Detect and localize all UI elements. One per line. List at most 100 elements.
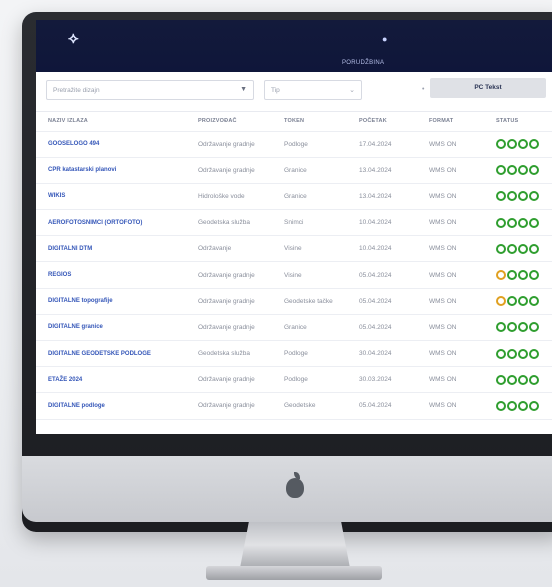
column-header-maker[interactable]: PROIZVOĐAČ [186,112,272,132]
cell-maker: Održavanje gradnje [186,366,272,394]
cell-date: 30.04.2024 [347,340,417,368]
cell-status [484,261,552,289]
status-indicators [496,270,539,281]
status-ok-icon [518,374,528,385]
table-row[interactable]: CPR katastarski planovi Održavanje gradnj… [36,157,552,184]
cell-date: 10.04.2024 [347,235,417,263]
table-row[interactable]: DIGITALNE GEODETSKE PODLOGE Geodetska slu… [36,340,552,368]
status-ok-icon [518,322,528,333]
cell-token: Granice [272,183,347,211]
breadcrumb: PORUDŽBINA [36,56,552,72]
status-indicators [496,296,539,307]
status-indicators [496,243,539,254]
cell-name[interactable]: DIGITALNE granice [36,314,186,342]
status-indicators [496,191,539,202]
type-placeholder: Tip [271,87,280,94]
cell-date: 10.04.2024 [347,209,417,237]
column-header-date[interactable]: POČETAK [347,112,417,132]
app-screen: ⟡ ● PORUDŽBINA Pretražite dizajn ▼ Tip ⌄… [36,20,552,434]
table-row[interactable]: DIGITALNI DTM Održavanje Visine 10.04.2024 W… [36,235,552,263]
cell-name[interactable]: GOOSELOGO 494 [36,131,186,158]
status-ok-icon [518,296,528,307]
search-input[interactable]: Pretražite dizajn ▼ [46,80,254,100]
cell-maker: Održavanje gradnje [186,261,272,289]
cell-token: Podloge [272,340,347,368]
status-ok-icon [496,348,506,359]
type-select[interactable]: Tip ⌄ [264,80,362,100]
cell-format: WMS ON [417,235,484,263]
cell-name[interactable]: DIGITALNI DTM [36,235,186,263]
cell-name[interactable]: AEROFOTOSNIMCI (ORTOFOTO) [36,209,186,237]
cell-date: 17.04.2024 [347,131,417,158]
table-row[interactable]: REGIOS Održavanje gradnje Visine 05.04.2024… [36,261,552,289]
cell-status [484,235,552,263]
cell-format: WMS ON [417,261,484,289]
status-indicators [496,139,539,150]
table-row[interactable]: ETAŽE 2024 Održavanje gradnje Podloge 30.03… [36,366,552,394]
table-row[interactable]: DIGITALNE granice Održavanje gradnje Grani… [36,314,552,342]
table-row[interactable]: DIGITALNE podloge Održavanje gradnje Geode… [36,392,552,420]
status-ok-icon [496,400,506,411]
cell-maker: Održavanje gradnje [186,157,272,184]
cell-date: 30.03.2024 [347,366,417,394]
cell-date: 05.04.2024 [347,392,417,420]
cell-date: 05.04.2024 [347,314,417,342]
cell-format: WMS ON [417,314,484,342]
status-ok-icon [496,139,506,150]
table-row[interactable]: DIGITALNE topografije Održavanje gradnje G… [36,288,552,315]
cell-status [484,157,552,184]
cell-format: WMS ON [417,183,484,211]
status-ok-icon [496,217,506,228]
cell-name[interactable]: DIGITALNE podloge [36,392,186,420]
table-row[interactable]: GOOSELOGO 494 Održavanje gradnje Podloge 17… [36,131,552,158]
cell-name[interactable]: DIGITALNE GEODETSKE PODLOGE [36,340,186,368]
status-warning-icon [496,270,506,281]
status-ok-icon [496,322,506,333]
cell-name[interactable]: DIGITALNE topografije [36,288,186,315]
cell-token: Podloge [272,366,347,394]
status-ok-icon [496,191,506,202]
column-header-token[interactable]: TOKEN [272,112,347,132]
cell-name[interactable]: REGIOS [36,261,186,289]
chevron-down-icon[interactable]: ▼ [240,86,247,93]
status-ok-icon [496,374,506,385]
cell-status [484,392,552,420]
cell-name[interactable]: CPR katastarski planovi [36,157,186,184]
status-indicators [496,348,539,359]
table-row[interactable]: AEROFOTOSNIMCI (ORTOFOTO) Geodetska služb… [36,209,552,237]
filter-bar: Pretražite dizajn ▼ Tip ⌄ • PC Tekst [36,72,552,112]
status-warning-icon [496,296,506,307]
cell-maker: Održavanje [186,235,272,263]
cell-status [484,366,552,394]
cell-name[interactable]: WIKIS [36,183,186,211]
status-indicators [496,374,539,385]
cell-format: WMS ON [417,288,484,315]
table-header-row: NAZIV IZLAZA PROIZVOĐAČ TOKEN POČETAK FO… [36,112,552,132]
cell-name[interactable]: ETAŽE 2024 [36,366,186,394]
status-indicators [496,165,539,176]
column-header-status[interactable]: STATUS [484,112,552,132]
status-ok-icon [529,139,539,150]
app-logo-icon[interactable]: ⟡ [68,30,88,48]
column-header-name[interactable]: NAZIV IZLAZA [36,112,186,132]
status-ok-icon [507,296,517,307]
cell-status [484,209,552,237]
status-ok-icon [507,217,517,228]
status-ok-icon [518,348,528,359]
cell-maker: Geodetska služba [186,209,272,237]
cell-maker: Geodetska služba [186,340,272,368]
cell-token: Podloge [272,131,347,158]
cell-date: 13.04.2024 [347,183,417,211]
cell-maker: Održavanje gradnje [186,131,272,158]
status-ok-icon [507,191,517,202]
status-ok-icon [529,322,539,333]
filter-button[interactable]: PC Tekst [430,78,546,98]
status-ok-icon [529,191,539,202]
cell-maker: Održavanje gradnje [186,392,272,420]
cell-status [484,183,552,211]
status-ok-icon [518,270,528,281]
chevron-down-icon[interactable]: ⌄ [349,86,355,94]
status-indicators [496,400,539,411]
table-row[interactable]: WIKIS Hidrološke vode Granice 13.04.2024 WMS… [36,183,552,211]
column-header-format[interactable]: FORMAT [417,112,484,132]
